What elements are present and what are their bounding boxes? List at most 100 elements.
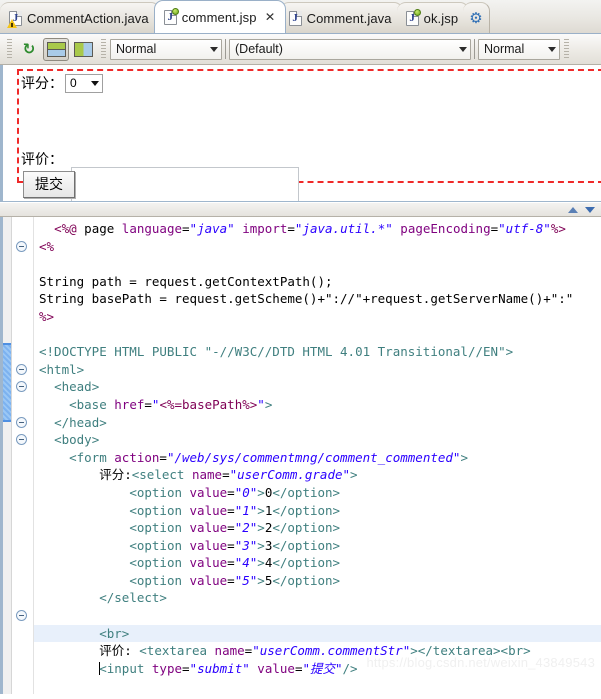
code-token: =	[227, 502, 235, 518]
paragraph-style-select[interactable]: Normal	[110, 38, 222, 60]
code-token: value	[189, 537, 228, 553]
code-token: </option>	[272, 520, 341, 536]
font-size-select[interactable]: Normal	[478, 38, 560, 60]
code-token: pageEncoding	[400, 221, 491, 236]
code-line: <%	[39, 238, 601, 256]
code-token: "4"	[234, 555, 258, 571]
code-line: <%@ page language="java" import="java.ut…	[39, 220, 601, 238]
scroll-up-arrow-icon[interactable]	[568, 206, 578, 213]
tab-comment-jsp[interactable]: comment.jsp ✕	[153, 0, 286, 33]
editor-tab-bar: CommentAction.java comment.jsp ✕ Comment…	[0, 0, 601, 34]
code-token: <br>	[99, 625, 130, 641]
font-family-value: (Default)	[235, 42, 283, 56]
code-token: %>	[39, 308, 55, 324]
code-token: "utf-8"	[498, 221, 551, 236]
design-preview-pane[interactable]: 评分： 0 评价： 提交	[0, 65, 601, 202]
fold-toggle-icon[interactable]	[16, 434, 27, 446]
folding-gutter[interactable]	[12, 217, 34, 694]
code-token: 评分:	[99, 467, 132, 483]
fold-toggle-icon[interactable]	[16, 363, 27, 375]
tab-commentaction-java[interactable]: CommentAction.java	[0, 2, 160, 33]
code-token: >	[257, 502, 265, 518]
code-token: page	[76, 221, 122, 236]
tab-ok-jsp[interactable]: ok.jsp	[396, 2, 470, 33]
comment-textarea[interactable]	[71, 167, 299, 201]
code-token: <option	[129, 502, 190, 518]
code-token: <option	[129, 537, 190, 553]
code-token: =	[287, 221, 295, 236]
code-line: %>	[39, 308, 601, 326]
code-token: </option>	[272, 555, 341, 571]
close-icon[interactable]: ✕	[264, 10, 275, 24]
code-token: =	[144, 396, 152, 412]
split-horizontal-icon[interactable]	[43, 37, 69, 61]
fold-toggle-icon[interactable]	[16, 240, 27, 252]
code-line: String path = request.getContextPath();	[39, 273, 601, 291]
pane-splitter[interactable]	[0, 202, 601, 217]
font-family-select[interactable]: (Default)	[229, 38, 471, 60]
fold-toggle-icon[interactable]	[16, 381, 27, 393]
grade-row: 评分： 0	[21, 73, 103, 93]
tab-overflow-indicator[interactable]: ⚙	[463, 2, 490, 33]
code-token: name	[214, 643, 245, 659]
code-line: <option value="4">4</option>	[39, 554, 601, 572]
code-token: "/web/sys/commentmng/comment_commented"	[166, 449, 461, 465]
scrollbar-thumb[interactable]	[3, 343, 11, 422]
toolbar-end-handle[interactable]	[564, 39, 569, 59]
code-token: value	[189, 555, 228, 571]
code-token: <option	[129, 555, 190, 571]
tab-label: CommentAction.java	[27, 10, 149, 26]
code-line: <head>	[39, 378, 601, 396]
toolbar-drag-handle[interactable]	[7, 39, 12, 59]
tab-comment-java[interactable]: Comment.java	[279, 2, 403, 33]
fold-toggle-icon[interactable]	[16, 610, 27, 622]
code-text-area[interactable]: <%@ page language="java" import="java.ut…	[34, 217, 601, 694]
code-token: value	[189, 572, 228, 588]
code-token: value	[257, 660, 295, 676]
submit-button[interactable]: 提交	[23, 171, 75, 198]
annotation-ruler[interactable]	[0, 217, 12, 694]
code-token: =	[182, 660, 190, 676]
design-toolbar: ↻ Normal (Default) Normal	[0, 34, 601, 65]
code-token: <input	[99, 660, 152, 676]
form-outline	[17, 69, 601, 183]
code-token: </option>	[272, 572, 341, 588]
synchronize-icon[interactable]: ↻	[16, 38, 42, 61]
toolbar-divider	[225, 39, 226, 59]
split-vertical-icon[interactable]	[70, 38, 96, 61]
code-token: </head>	[54, 414, 107, 430]
code-line: <html>	[39, 361, 601, 379]
code-token: </option>	[272, 537, 341, 553]
grade-label: 评分：	[21, 76, 63, 92]
code-token: ></textarea><br>	[410, 643, 531, 659]
scroll-down-arrow-icon[interactable]	[585, 206, 595, 213]
code-line: <option value="2">2</option>	[39, 519, 601, 537]
code-token: =	[227, 484, 235, 500]
code-token: =	[490, 221, 499, 236]
code-token: =	[159, 449, 167, 465]
java-file-icon	[288, 10, 302, 26]
code-token: >	[257, 555, 265, 571]
code-token: <form	[69, 449, 115, 465]
code-token: <head>	[54, 379, 100, 395]
tab-label: comment.jsp	[181, 9, 257, 25]
jsp-file-icon	[405, 8, 421, 26]
font-size-value: Normal	[484, 42, 525, 56]
source-editor-pane[interactable]: <%@ page language="java" import="java.ut…	[0, 217, 601, 694]
toolbar-section-handle[interactable]	[101, 39, 106, 59]
code-token: "0"	[234, 484, 258, 500]
chevron-down-icon	[210, 46, 218, 52]
code-token: >	[257, 484, 265, 500]
code-token: <%=basePath%>	[159, 396, 258, 412]
grade-select[interactable]: 0	[65, 73, 103, 93]
fold-toggle-icon[interactable]	[16, 416, 27, 428]
code-line: <!DOCTYPE HTML PUBLIC "-//W3C//DTD HTML …	[39, 343, 601, 361]
code-token: <select	[131, 467, 192, 483]
